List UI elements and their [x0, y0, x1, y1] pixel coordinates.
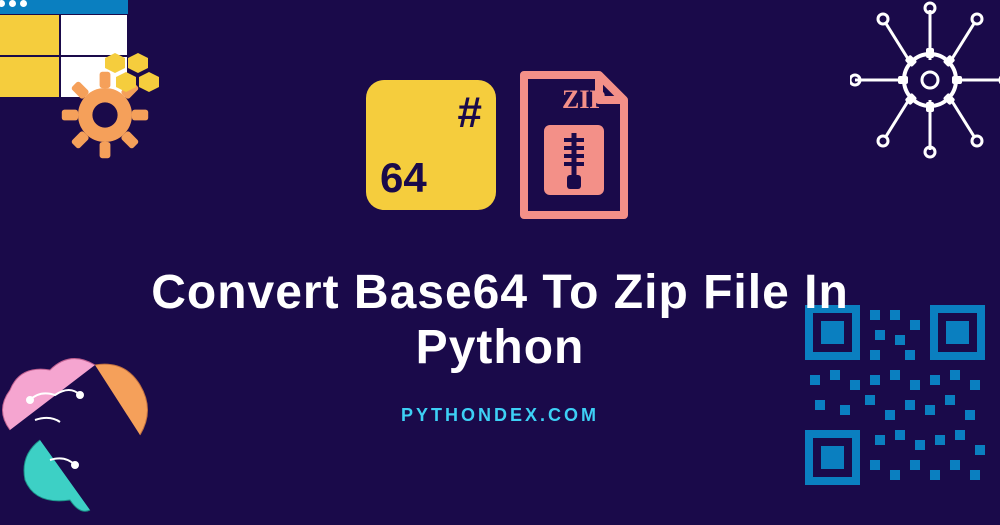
decoration-top-right — [850, 0, 1000, 160]
browser-titlebar — [0, 0, 128, 14]
circuit-icon — [850, 0, 1000, 160]
hero-icons: # 64 ZIP — [366, 70, 634, 220]
decoration-top-left — [0, 0, 170, 160]
title-line-1: Convert Base64 To Zip File In — [0, 265, 1000, 320]
base64-icon: # 64 — [366, 80, 496, 210]
base64-number: 64 — [380, 154, 427, 202]
hexagon-cluster-icon — [100, 50, 160, 110]
site-url: PYTHONDEX.COM — [0, 405, 1000, 426]
page-title: Convert Base64 To Zip File In Python — [0, 265, 1000, 375]
zip-label: ZIP — [562, 85, 605, 114]
gear-icon — [898, 48, 962, 112]
title-line-2: Python — [0, 320, 1000, 375]
hash-symbol: # — [458, 88, 482, 138]
zip-file-icon: ZIP — [514, 70, 634, 220]
